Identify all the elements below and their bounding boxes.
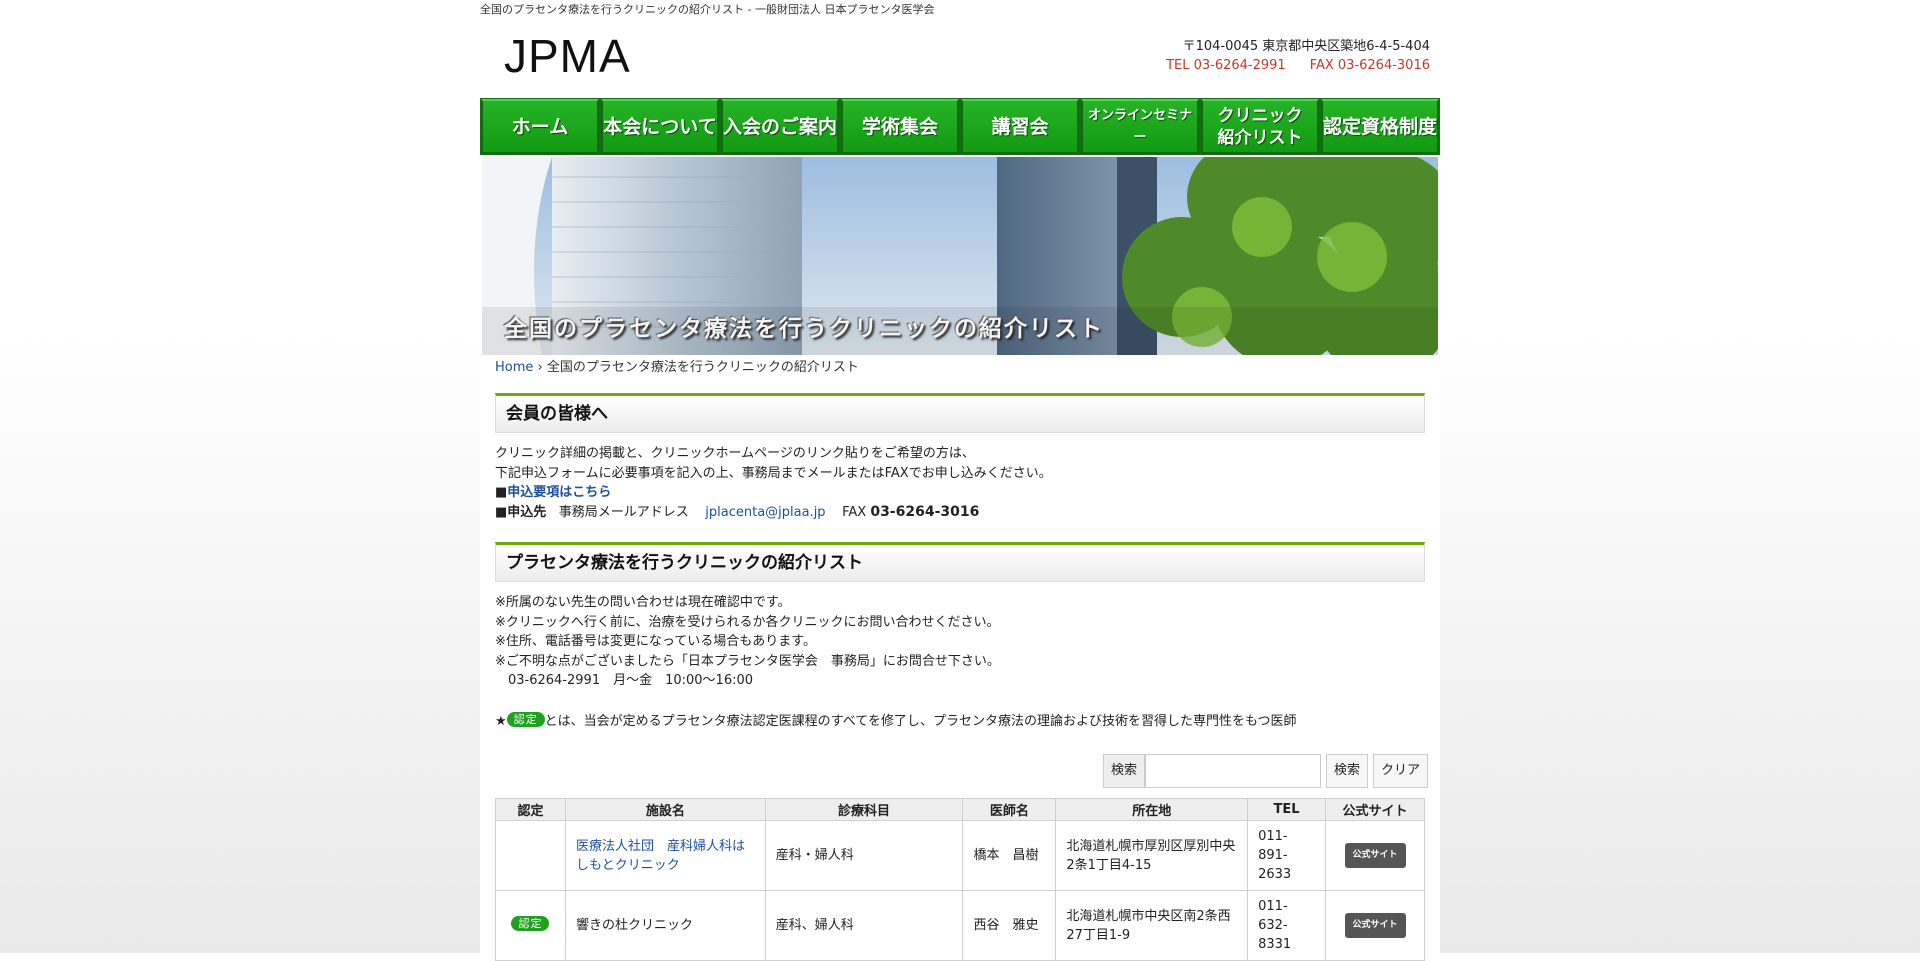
certified-badge: 認定: [511, 916, 550, 931]
cell-doctor: 西谷 雅史: [962, 890, 1057, 961]
fax-number: 03-6264-3016: [870, 503, 980, 520]
application-guide-link[interactable]: 申込要項はこちら: [507, 485, 611, 500]
contact-phones: TEL 03-6264-2991 FAX 03-6264-3016: [1166, 56, 1430, 75]
cell-facility: 響きの杜クリニック: [564, 890, 766, 961]
site-tagline: 全国のプラセンタ療法を行うクリニックの紹介リスト - 一般財団法人 日本プラセン…: [480, 3, 935, 16]
cell-address: 北海道札幌市中央区南2条西27丁目1-9: [1055, 890, 1249, 961]
cell-tel: 011-891-2633: [1247, 820, 1327, 891]
note-line: ※クリニックへ行く前に、治療を受けられるか各クリニックにお問い合わせください。: [495, 614, 1000, 630]
mail-label: 事務局メールアドレス: [558, 504, 689, 520]
facility-link[interactable]: 医療法人社団 産科婦人科はしもとクリニック: [576, 839, 745, 873]
official-site-button[interactable]: 公式サイト: [1344, 913, 1406, 938]
cell-certified: 認定: [495, 890, 566, 961]
members-info: クリニック詳細の掲載と、クリニックホームページのリンク貼りをご希望の方は、 下記…: [495, 444, 1052, 522]
fax-label: FAX: [842, 504, 867, 520]
bullet-square: ■: [495, 485, 508, 500]
column-header[interactable]: 施設名: [564, 798, 766, 821]
breadcrumb: Home › 全国のプラセンタ療法を行うクリニックの紹介リスト: [495, 356, 859, 375]
contact-fax: FAX 03-6264-3016: [1309, 58, 1430, 73]
nav-conference[interactable]: 学術集会: [841, 99, 959, 154]
cell-dept: 産科・婦人科: [764, 820, 964, 891]
members-line1: クリニック詳細の掲載と、クリニックホームページのリンク貼りをご希望の方は、: [495, 446, 975, 461]
clinic-table: 認定 施設名 診療科目 医師名 所在地 TEL 公式サイト 医療法人社団 産科婦…: [495, 798, 1425, 961]
page-container: 全国のプラセンタ療法を行うクリニックの紹介リスト - 一般財団法人 日本プラセン…: [480, 0, 1440, 961]
site-logo[interactable]: JPMA: [504, 30, 631, 82]
apply-label: 申込先: [507, 504, 547, 520]
search-label: 検索: [1103, 754, 1146, 788]
column-header[interactable]: 公式サイト: [1325, 798, 1425, 821]
clinic-list-heading: プラセンタ療法を行うクリニックの紹介リスト: [495, 542, 1425, 582]
certified-explanation: ★ 認定 とは、当会が定めるプラセンタ療法認定医課程のすべてを修了し、プラセンタ療法…: [495, 712, 1296, 732]
nav-home[interactable]: ホーム: [481, 99, 599, 154]
breadcrumb-home[interactable]: Home: [495, 360, 533, 375]
email-link[interactable]: jplacenta@jplaa.jp: [705, 505, 825, 520]
cell-address: 北海道札幌市厚別区厚別中央2条1丁目4-15: [1055, 820, 1249, 891]
table-row: 認定 響きの杜クリニック 産科、婦人科 西谷 雅史 北海道札幌市中央区南2条西2…: [495, 890, 1425, 961]
note-line: 03-6264-2991 月～金 10:00～16:00: [495, 673, 754, 688]
search-bar: 検索 検索 クリア: [1103, 754, 1429, 788]
column-header[interactable]: 医師名: [962, 798, 1057, 821]
column-header[interactable]: 認定: [495, 798, 566, 821]
certified-description: とは、当会が定めるプラセンタ療法認定医課程のすべてを修了し、プラセンタ療法の理論…: [544, 714, 1297, 729]
table-header-row: 認定 施設名 診療科目 医師名 所在地 TEL 公式サイト: [495, 798, 1425, 821]
clear-button[interactable]: クリア: [1373, 754, 1429, 788]
note-line: ※ご不明な点がございましたら「日本プラセンタ医学会 事務局」にお問合せ下さい。: [495, 653, 1000, 669]
search-button[interactable]: 検索: [1326, 754, 1369, 788]
nav-membership[interactable]: 入会のご案内: [721, 99, 839, 154]
hero-caption: 全国のプラセンタ療法を行うクリニックの紹介リスト: [504, 315, 1104, 342]
cell-tel: 011-632-8331: [1247, 890, 1327, 961]
members-heading: 会員の皆様へ: [495, 393, 1425, 433]
search-input[interactable]: [1145, 754, 1322, 788]
column-header[interactable]: TEL: [1247, 798, 1327, 821]
nav-clinic-list[interactable]: クリニック 紹介リスト: [1201, 99, 1319, 154]
bullet-square: ■: [495, 504, 508, 520]
members-line2: 下記申込フォームに必要事項を記入の上、事務局までメールまたはFAXでお申し込みく…: [495, 465, 1052, 481]
cell-facility: 医療法人社団 産科婦人科はしもとクリニック: [564, 820, 766, 891]
contact-address: 〒104-0045 東京都中央区築地6-4-5-404: [1182, 39, 1430, 54]
members-apply-row: ■申込先 事務局メールアドレス jplacenta@jplaa.jp FAX 0…: [495, 503, 1052, 523]
star-icon: ★: [495, 714, 507, 729]
official-site-button[interactable]: 公式サイト: [1344, 843, 1406, 868]
main-nav: ホーム 本会について 入会のご案内 学術集会 講習会 オンラインセミナー クリニ…: [480, 98, 1440, 155]
column-header[interactable]: 診療科目: [764, 798, 964, 821]
cell-site: 公式サイト: [1325, 890, 1425, 961]
cell-doctor: 橋本 昌樹: [962, 820, 1057, 891]
contact-info: 〒104-0045 東京都中央区築地6-4-5-404 TEL 03-6264-…: [1166, 37, 1430, 75]
nav-online-seminar[interactable]: オンラインセミナー: [1081, 99, 1199, 154]
cell-certified: [495, 820, 566, 891]
hero-banner: 全国のプラセンタ療法を行うクリニックの紹介リスト: [482, 157, 1438, 355]
note-line: ※所属のない先生の問い合わせは現在確認中です。: [495, 595, 791, 610]
members-link-row: ■申込要項はこちら: [495, 483, 1052, 503]
contact-tel: TEL 03-6264-2991: [1166, 58, 1286, 73]
breadcrumb-current: 全国のプラセンタ療法を行うクリニックの紹介リスト: [546, 360, 859, 375]
nav-lecture[interactable]: 講習会: [961, 99, 1079, 154]
cell-dept: 産科、婦人科: [764, 890, 964, 961]
certified-badge: 認定: [506, 712, 545, 727]
breadcrumb-separator: ›: [533, 360, 547, 375]
column-header[interactable]: 所在地: [1055, 798, 1249, 821]
nav-certification[interactable]: 認定資格制度: [1321, 99, 1439, 154]
clinic-notes: ※所属のない先生の問い合わせは現在確認中です。 ※クリニックへ行く前に、治療を受…: [495, 593, 1000, 691]
note-line: ※住所、電話番号は変更になっている場合もあります。: [495, 634, 816, 649]
nav-about[interactable]: 本会について: [601, 99, 719, 154]
cell-site: 公式サイト: [1325, 820, 1425, 891]
table-row: 医療法人社団 産科婦人科はしもとクリニック 産科・婦人科 橋本 昌樹 北海道札幌…: [495, 820, 1425, 891]
